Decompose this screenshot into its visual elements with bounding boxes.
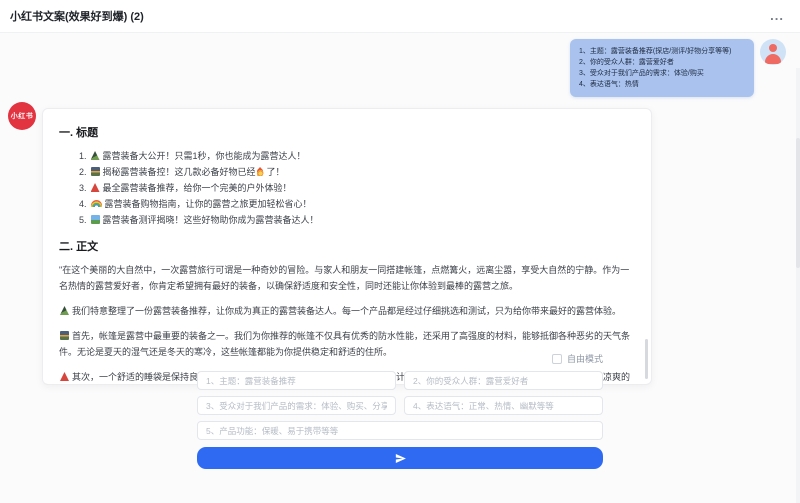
card-scrollbar-thumb[interactable] bbox=[645, 339, 648, 379]
free-mode-checkbox[interactable] bbox=[552, 354, 562, 364]
prompt-form: 自由模式 bbox=[197, 352, 603, 469]
prompt-field-2[interactable] bbox=[404, 371, 603, 390]
section-title-headline: 一. 标题 bbox=[59, 124, 637, 140]
paper-plane-icon bbox=[394, 452, 407, 465]
xiaohongshu-logo: 小红书 bbox=[11, 111, 34, 121]
park-emoji bbox=[91, 215, 100, 224]
assistant-message-card: 一. 标题 1.露营装备大公开！只需1秒，你也能成为露营达人！2.揭秘露营装备控… bbox=[42, 108, 652, 385]
camping-emoji bbox=[60, 306, 69, 315]
body-paragraph: "在这个美丽的大自然中，一次露营旅行可谓是一种奇妙的冒险。与家人和朋友一同搭建帐… bbox=[59, 262, 637, 294]
ellipsis-icon[interactable]: ... bbox=[770, 11, 784, 21]
user-message-bubble: 1、主题：露营装备推荐(探店/测评/好物分享等等)2、你的受众人群：露营爱好者3… bbox=[570, 39, 754, 97]
title-list-item: 1.露营装备大公开！只需1秒，你也能成为露营达人！ bbox=[79, 148, 637, 164]
page-scrollbar-thumb[interactable] bbox=[796, 138, 800, 268]
body-paragraph: 我们特意整理了一份露营装备推荐，让你成为真正的露营装备达人。每一个产品都是经过仔… bbox=[59, 303, 637, 319]
prompt-field-3[interactable] bbox=[197, 396, 396, 415]
camping-emoji bbox=[91, 151, 100, 160]
user-message-line: 4、表达语气：热情 bbox=[579, 79, 745, 90]
assistant-avatar: 小红书 bbox=[8, 102, 36, 130]
title-list-item: 5.露营装备测评揭晓！这些好物助你成为露营装备达人！ bbox=[79, 212, 637, 228]
prompt-field-4[interactable] bbox=[404, 396, 603, 415]
user-message-line: 1、主题：露营装备推荐(探店/测评/好物分享等等) bbox=[579, 46, 745, 57]
title-list-item: 2.揭秘露营装备控！这几款必备好物已经了！ bbox=[79, 164, 637, 180]
rainbow-emoji bbox=[91, 200, 102, 207]
prompt-fields bbox=[197, 371, 603, 440]
user-avatar bbox=[760, 39, 786, 65]
title-list-item: 3.最全露营装备推荐，给你一个完美的户外体验！ bbox=[79, 180, 637, 196]
free-mode-label: 自由模式 bbox=[567, 352, 603, 365]
free-mode-toggle[interactable]: 自由模式 bbox=[197, 352, 603, 365]
tent-emoji bbox=[91, 183, 100, 192]
title-list-item: 4.露营装备购物指南，让你的露营之旅更加轻松省心！ bbox=[79, 196, 637, 212]
send-button[interactable] bbox=[197, 447, 603, 469]
user-message-lines: 1、主题：露营装备推荐(探店/测评/好物分享等等)2、你的受众人群：露营爱好者3… bbox=[579, 46, 745, 90]
prompt-field-5[interactable] bbox=[197, 421, 603, 440]
sunrise-emoji bbox=[60, 331, 69, 340]
prompt-field-1[interactable] bbox=[197, 371, 396, 390]
page-title: 小红书文案(效果好到爆) (2) bbox=[10, 8, 144, 24]
title-bar: 小红书文案(效果好到爆) (2) ... bbox=[0, 0, 800, 33]
tent-emoji bbox=[60, 372, 69, 381]
page-scrollbar[interactable] bbox=[796, 68, 800, 503]
user-message-row: 1、主题：露营装备推荐(探店/测评/好物分享等等)2、你的受众人群：露营爱好者3… bbox=[570, 39, 786, 97]
section-title-body: 二. 正文 bbox=[59, 238, 637, 254]
sunrise-emoji bbox=[91, 167, 100, 176]
title-list: 1.露营装备大公开！只需1秒，你也能成为露营达人！2.揭秘露营装备控！这几款必备… bbox=[59, 148, 637, 228]
user-message-line: 2、你的受众人群：露营爱好者 bbox=[579, 57, 745, 68]
user-message-line: 3、受众对于我们产品的需求：体验/购买 bbox=[579, 68, 745, 79]
fire-emoji bbox=[257, 167, 264, 176]
